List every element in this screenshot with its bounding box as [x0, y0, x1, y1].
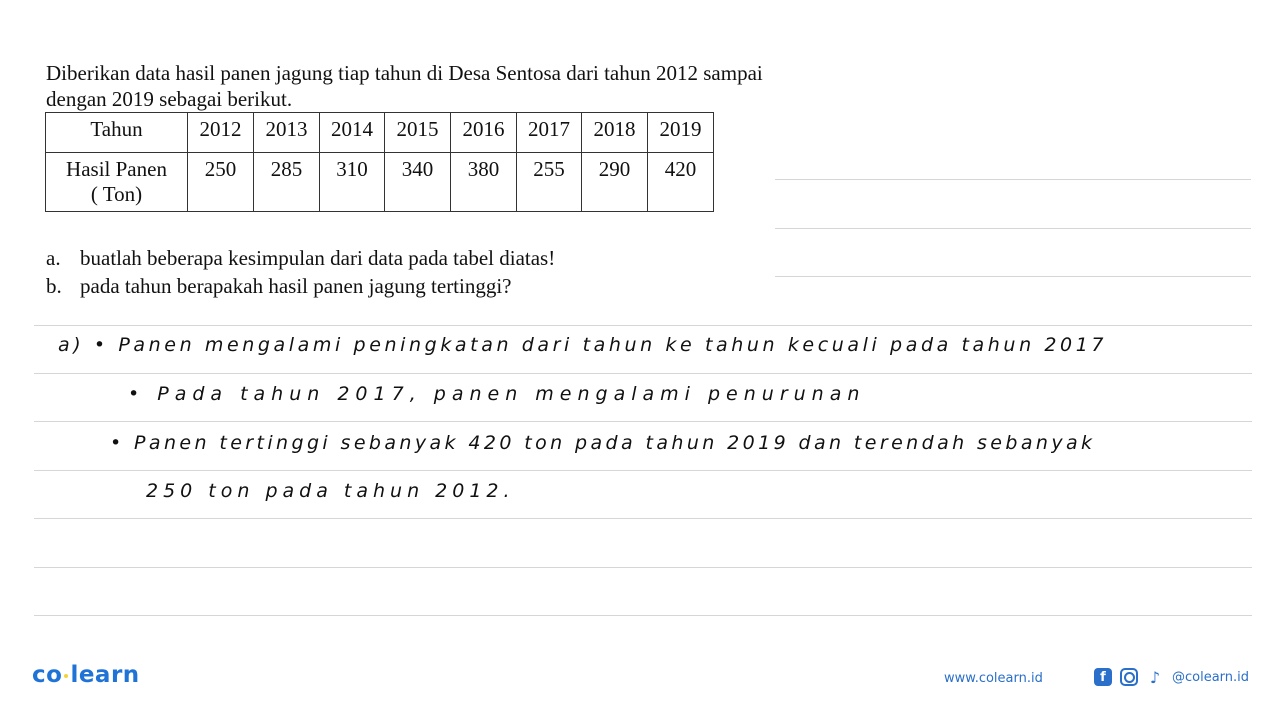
yield-cell: 250 — [187, 152, 254, 212]
yield-header-line1: Hasil Panen — [66, 157, 167, 181]
yield-cell: 255 — [516, 152, 582, 212]
yield-cell: 285 — [253, 152, 320, 212]
questions-list: a. buatlah beberapa kesimpulan dari data… — [46, 244, 555, 300]
ruled-line — [34, 325, 1252, 326]
harvest-table: Tahun 2012 2013 2014 2015 2016 2017 2018… — [45, 112, 714, 212]
table-header-year: Tahun — [45, 112, 188, 153]
year-cell: 2019 — [647, 112, 714, 153]
ruled-line — [775, 276, 1251, 277]
ruled-line — [34, 567, 1252, 568]
ruled-line — [34, 373, 1252, 374]
question-label: b. — [46, 274, 62, 298]
instagram-icon[interactable] — [1120, 668, 1138, 686]
year-cell: 2014 — [319, 112, 385, 153]
website-link[interactable]: www.colearn.id — [944, 671, 1043, 686]
table-header-yield: Hasil Panen ( Ton) — [45, 152, 188, 212]
year-cell: 2018 — [581, 112, 648, 153]
question-label: a. — [46, 246, 61, 270]
handwritten-line: • Pada tahun 2017, panen mengalami penur… — [128, 383, 866, 405]
yield-header-line2: ( Ton) — [90, 182, 143, 206]
ruled-line — [34, 518, 1252, 519]
logo-text-right: learn — [70, 662, 140, 688]
table-row-years: Tahun 2012 2013 2014 2015 2016 2017 2018… — [45, 112, 714, 153]
colearn-logo: co learn — [32, 662, 140, 688]
question-text: pada tahun berapakah hasil panen jagung … — [80, 274, 512, 298]
question-item: a. buatlah beberapa kesimpulan dari data… — [46, 244, 555, 272]
ruled-line — [775, 228, 1251, 229]
tiktok-icon[interactable]: ♪ — [1146, 668, 1164, 687]
yield-cell: 420 — [647, 152, 714, 212]
handwritten-line: • Panen tertinggi sebanyak 420 ton pada … — [110, 432, 1096, 454]
ruled-line — [775, 179, 1251, 180]
year-cell: 2016 — [450, 112, 517, 153]
yield-cell: 310 — [319, 152, 385, 212]
handwritten-line: 250 ton pada tahun 2012. — [146, 480, 515, 502]
ruled-line — [34, 470, 1252, 471]
year-cell: 2013 — [253, 112, 320, 153]
social-handle[interactable]: @colearn.id — [1172, 670, 1249, 685]
social-links: f ♪ @colearn.id — [1094, 668, 1249, 687]
year-cell: 2012 — [187, 112, 254, 153]
ruled-line — [34, 615, 1252, 616]
logo-dot — [64, 673, 69, 678]
question-item: b. pada tahun berapakah hasil panen jagu… — [46, 272, 555, 300]
yield-cell: 340 — [384, 152, 451, 212]
year-cell: 2017 — [516, 112, 582, 153]
problem-intro: Diberikan data hasil panen jagung tiap t… — [46, 61, 763, 111]
yield-cell: 290 — [581, 152, 648, 212]
ruled-line — [34, 421, 1252, 422]
year-cell: 2015 — [384, 112, 451, 153]
question-text: buatlah beberapa kesimpulan dari data pa… — [80, 246, 556, 270]
logo-text-left: co — [32, 662, 63, 688]
facebook-icon[interactable]: f — [1094, 668, 1112, 686]
handwritten-line: a) • Panen mengalami peningkatan dari ta… — [58, 334, 1108, 356]
yield-cell: 380 — [450, 152, 517, 212]
table-row-yields: Hasil Panen ( Ton) 250 285 310 340 380 2… — [45, 152, 714, 212]
